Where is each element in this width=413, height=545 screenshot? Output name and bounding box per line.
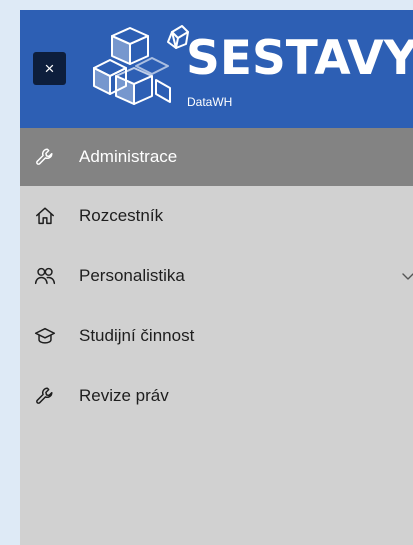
page: × SESTAVY DataWH Administrace Rozcestník… [0,0,413,545]
sidebar: × SESTAVY DataWH Administrace Rozcestník… [20,10,413,545]
menu-item-label: Revize práv [79,386,169,405]
menu-item-studijni-cinnost[interactable]: Studijní činnost [20,306,413,366]
menu-item-personalistika[interactable]: Personalistika [20,246,413,306]
people-icon [34,267,56,285]
menu-item-label: Rozcestník [79,206,164,225]
wrench-icon [36,148,53,165]
sidebar-header: × SESTAVY DataWH [20,10,413,128]
menu-item-rozcestnik[interactable]: Rozcestník [20,186,413,246]
menu-item-revize-prav[interactable]: Revize práv [20,366,413,426]
sidebar-menu: Administrace Rozcestník Personalistika S… [20,128,413,426]
home-icon [36,207,54,225]
menu-item-label: Administrace [79,147,178,166]
menu-item-administrace[interactable]: Administrace [20,128,413,186]
logo-cube-icon [93,25,189,105]
menu-item-label: Personalistika [79,266,185,285]
menu-item-label: Studijní činnost [79,326,195,345]
close-button[interactable]: × [33,52,66,85]
chevron-down-icon[interactable] [401,269,413,283]
wrench-icon [36,387,53,404]
brand-subtitle: DataWH [187,95,233,109]
brand-title: SESTAVY [186,31,413,86]
graduation-cap-icon [34,327,56,344]
